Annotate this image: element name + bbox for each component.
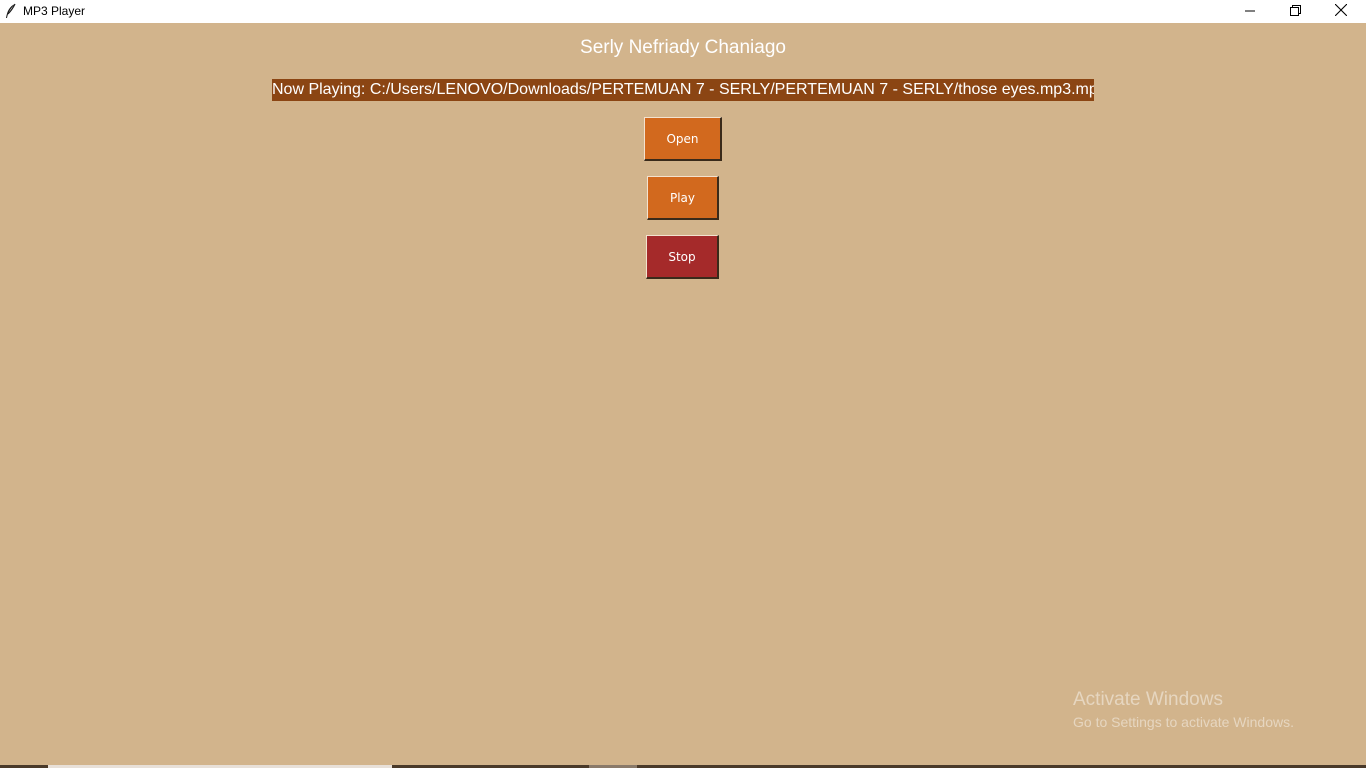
restore-icon xyxy=(1289,3,1301,21)
open-button[interactable]: Open xyxy=(644,117,722,161)
close-button[interactable] xyxy=(1318,0,1364,23)
window-title: MP3 Player xyxy=(23,4,86,18)
restore-button[interactable] xyxy=(1272,0,1318,23)
now-playing-label: Now Playing: C:/Users/LENOVO/Downloads/P… xyxy=(272,79,1094,101)
activate-windows-title: Activate Windows xyxy=(1073,689,1223,710)
stop-button[interactable]: Stop xyxy=(646,235,719,279)
minimize-button[interactable] xyxy=(1227,0,1273,23)
close-icon xyxy=(1334,3,1348,21)
app-title: Serly Nefriady Chaniago xyxy=(580,37,786,58)
feather-icon xyxy=(4,3,18,20)
minimize-icon xyxy=(1245,3,1255,21)
app-window-body: Serly Nefriady Chaniago Now Playing: C:/… xyxy=(0,23,1366,768)
activate-windows-subtitle: Go to Settings to activate Windows. xyxy=(1073,714,1294,730)
window-titlebar[interactable]: MP3 Player xyxy=(0,0,1366,23)
play-button[interactable]: Play xyxy=(647,176,719,220)
